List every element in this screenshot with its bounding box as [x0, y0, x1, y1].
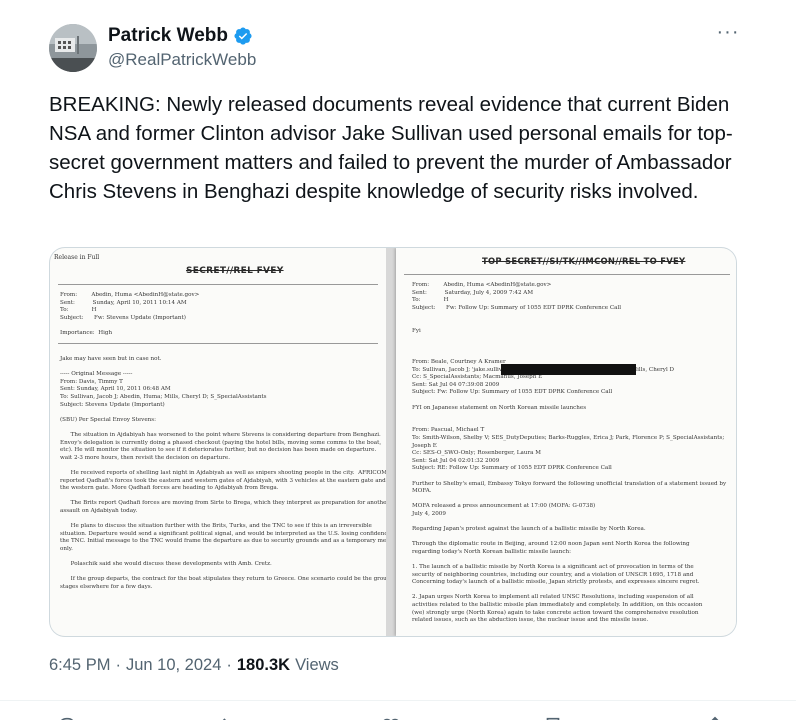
doc-divider: [58, 343, 378, 344]
doc-divider: [58, 284, 378, 285]
verified-badge-icon[interactable]: [233, 26, 253, 46]
tweet-time[interactable]: 6:45 PM: [49, 656, 110, 675]
doc-release-label: Release in Full: [54, 254, 100, 261]
repost-icon[interactable]: [218, 715, 240, 720]
meta-separator: ·: [226, 656, 232, 674]
author-handle[interactable]: @RealPatrickWebb: [108, 50, 256, 70]
share-icon[interactable]: [704, 715, 726, 720]
doc-divider: [404, 274, 730, 275]
avatar[interactable]: [49, 24, 97, 72]
doc-classification-left: SECRET//REL FVEY: [186, 266, 284, 276]
tweet-meta: 6:45 PM · Jun 10, 2024 · 180.3K Views: [49, 656, 339, 675]
document-image-left[interactable]: Release in Full SECRET//REL FVEY From: A…: [50, 248, 386, 636]
doc-body-right: From: Beale, Courtney A Kramer To: Sulli…: [412, 359, 727, 624]
meta-separator: ·: [115, 656, 121, 674]
doc-header-left: From: Abedin, Huma <AbedinH@state.gov> S…: [60, 292, 200, 336]
author-display-name[interactable]: Patrick Webb: [108, 25, 228, 47]
tweet-media[interactable]: Release in Full SECRET//REL FVEY From: A…: [49, 247, 737, 637]
avatar-photo: [49, 24, 97, 72]
author-name-row: Patrick Webb: [108, 25, 253, 47]
more-dots-icon[interactable]: ···: [716, 22, 740, 46]
document-gap: [386, 248, 396, 636]
redaction-bar: [501, 364, 636, 375]
tweet-text: BREAKING: Newly released documents revea…: [49, 93, 733, 203]
bookmark-icon[interactable]: [542, 715, 564, 720]
doc-classification-right: TOP SECRET//SI/TK//IMCON//REL TO FVEY: [482, 256, 686, 266]
doc-header-right: From: Abedin, Huma <AbedinH@state.gov> S…: [412, 282, 622, 334]
like-icon[interactable]: [380, 715, 402, 720]
document-image-right[interactable]: TOP SECRET//SI/TK//IMCON//REL TO FVEY Fr…: [396, 248, 736, 636]
tweet-date[interactable]: Jun 10, 2024: [126, 656, 221, 675]
action-bar: [0, 700, 796, 720]
views-label: Views: [295, 656, 339, 674]
views-count: 180.3K: [236, 656, 291, 674]
doc-body-left: Jake may have seen but in case not. ----…: [60, 356, 386, 590]
reply-icon[interactable]: [56, 715, 78, 720]
